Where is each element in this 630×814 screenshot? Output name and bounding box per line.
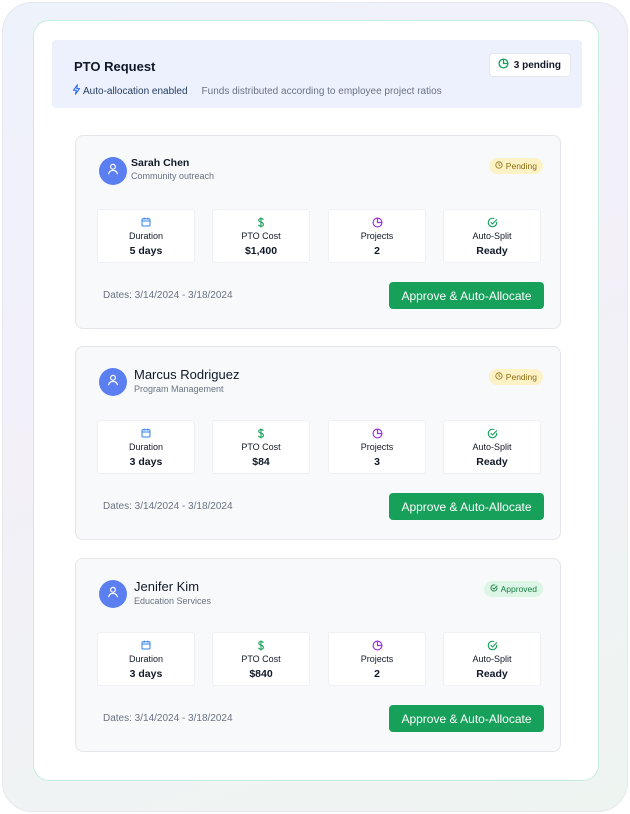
pto-request-card: Marcus Rodriguez Program Management Pend… [75, 346, 561, 540]
pto-request-card: Sarah Chen Community outreach Pending Du… [75, 135, 561, 329]
user-icon [106, 162, 120, 181]
auto-split-stat: Auto-Split Ready [443, 209, 541, 263]
pto-cost-stat: PTO Cost $84 [212, 420, 310, 474]
projects-value: 2 [374, 245, 380, 257]
lightning-icon [72, 84, 81, 98]
pto-panel: PTO Request 3 pending Auto-allocation en… [33, 20, 599, 781]
duration-label: Duration [128, 231, 164, 241]
request-dates: Dates: 3/14/2024 - 3/18/2024 [103, 290, 233, 301]
clock-icon [495, 161, 503, 171]
status-badge: Approved [483, 581, 543, 597]
check-circle-icon [490, 584, 498, 594]
user-icon [106, 373, 120, 392]
pto-cost-value: $84 [252, 456, 270, 468]
calendar-icon [98, 428, 194, 439]
duration-label: Duration [128, 442, 164, 452]
clock-icon [495, 372, 503, 382]
avatar [99, 580, 127, 608]
projects-stat: Projects 2 [328, 209, 426, 263]
status-label: Approved [500, 584, 537, 594]
pto-cost-label: PTO Cost [241, 654, 281, 664]
projects-label: Projects [360, 231, 394, 241]
projects-label: Projects [360, 442, 394, 452]
auto-split-label: Auto-Split [472, 442, 512, 452]
calendar-icon [98, 640, 194, 651]
employee-name: Sarah Chen [131, 157, 190, 169]
employee-department: Program Management [134, 384, 224, 394]
auto-split-label: Auto-Split [472, 654, 512, 664]
status-label: Pending [505, 372, 537, 382]
approve-auto-allocate-button[interactable]: Approve & Auto-Allocate [389, 705, 544, 732]
avatar [99, 157, 127, 185]
dollar-icon [213, 217, 309, 228]
employee-name: Jenifer Kim [134, 579, 200, 594]
header-subline: Auto-allocation enabled Funds distribute… [72, 84, 442, 98]
request-dates: Dates: 3/14/2024 - 3/18/2024 [103, 501, 233, 512]
duration-value: 5 days [129, 245, 163, 257]
projects-value: 2 [374, 668, 380, 680]
user-icon [106, 585, 120, 604]
approve-auto-allocate-button[interactable]: Approve & Auto-Allocate [389, 282, 544, 309]
pto-cost-label: PTO Cost [241, 231, 281, 241]
allocation-description: Funds distributed according to employee … [201, 85, 442, 97]
projects-stat: Projects 2 [328, 632, 426, 686]
dollar-icon [213, 640, 309, 651]
pto-cost-label: PTO Cost [241, 442, 281, 452]
pto-cost-value: $1,400 [244, 245, 278, 257]
pie-chart-icon [498, 58, 509, 72]
auto-split-value: Ready [476, 668, 508, 680]
duration-stat: Duration 3 days [97, 632, 195, 686]
auto-allocation-label: Auto-allocation enabled [83, 85, 188, 97]
employee-name: Marcus Rodriguez [134, 367, 240, 382]
pto-cost-value: $840 [249, 668, 273, 680]
pto-cost-stat: PTO Cost $840 [212, 632, 310, 686]
auto-split-stat: Auto-Split Ready [443, 420, 541, 474]
check-circle-icon [444, 428, 540, 439]
pto-cost-stat: PTO Cost $1,400 [212, 209, 310, 263]
auto-split-value: Ready [476, 456, 508, 468]
projects-stat: Projects 3 [328, 420, 426, 474]
duration-stat: Duration 5 days [97, 209, 195, 263]
dollar-icon [213, 428, 309, 439]
pie-chart-icon [329, 428, 425, 439]
duration-value: 3 days [129, 456, 163, 468]
auto-split-stat: Auto-Split Ready [443, 632, 541, 686]
status-label: Pending [505, 161, 537, 171]
duration-label: Duration [128, 654, 164, 664]
approve-auto-allocate-button[interactable]: Approve & Auto-Allocate [389, 493, 544, 520]
pie-chart-icon [329, 217, 425, 228]
auto-split-label: Auto-Split [472, 231, 512, 241]
pending-count-badge: 3 pending [488, 53, 571, 77]
pto-request-card: Jenifer Kim Education Services Approved … [75, 558, 561, 752]
auto-allocation-status: Auto-allocation enabled [72, 84, 188, 98]
status-badge: Pending [488, 369, 543, 385]
calendar-icon [98, 217, 194, 228]
auto-split-value: Ready [476, 245, 508, 257]
pie-chart-icon [329, 640, 425, 651]
pto-header: PTO Request 3 pending Auto-allocation en… [52, 40, 582, 108]
duration-value: 3 days [129, 668, 163, 680]
status-badge: Pending [488, 158, 543, 174]
projects-value: 3 [374, 456, 380, 468]
check-circle-icon [444, 217, 540, 228]
duration-stat: Duration 3 days [97, 420, 195, 474]
check-circle-icon [444, 640, 540, 651]
employee-department: Community outreach [131, 171, 215, 181]
projects-label: Projects [360, 654, 394, 664]
employee-department: Education Services [134, 596, 212, 606]
avatar [99, 368, 127, 396]
request-dates: Dates: 3/14/2024 - 3/18/2024 [103, 713, 233, 724]
pending-count-text: 3 pending [513, 59, 561, 71]
page-title: PTO Request [74, 59, 156, 74]
